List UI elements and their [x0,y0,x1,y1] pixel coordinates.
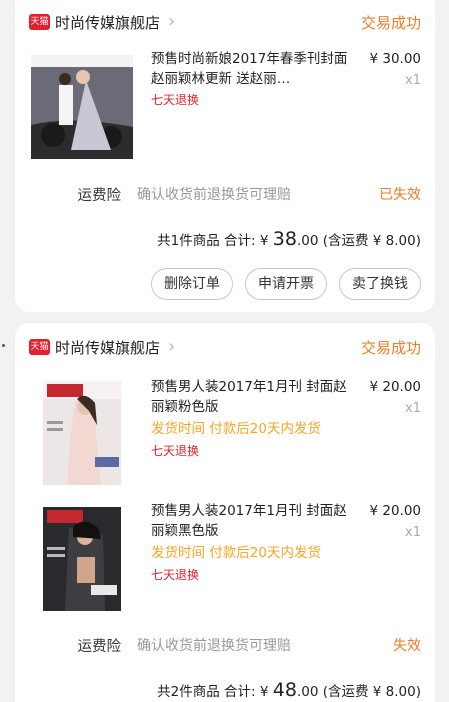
shipping-insurance-label: 运费险 [77,638,122,655]
product-price: ¥ 30.00 [369,51,421,67]
order-item[interactable]: 预售男人装2017年1月刊 封面赵丽颖粉色版 发货时间 付款后20天内发货 七天… [29,379,421,501]
shipping-insurance-row: 运费险 确认收货前退换货可理赔 已失效 [29,182,422,206]
order-status: 交易成功 [360,13,421,32]
list-bullet [2,344,5,347]
product-title[interactable]: 预售男人装2017年1月刊 封面赵丽颖黑色版 [151,501,351,541]
product-image[interactable] [43,381,121,485]
return-policy-tag: 七天退换 [151,568,200,582]
shop-name[interactable]: 时尚传媒旗舰店 [55,12,160,33]
order-header[interactable]: 天猫 时尚传媒旗舰店 › 交易成功 [29,0,421,44]
total-cents: .00 [296,233,319,249]
shipping-insurance-label: 运费险 [77,187,122,204]
shipping-insurance-state: 失效 [393,638,421,654]
shop-name[interactable]: 时尚传媒旗舰店 [55,337,160,358]
order-card-2: 天猫 时尚传媒旗舰店 › 交易成功 预售男人装2017年1月刊 封面赵丽颖粉色版… [15,323,435,702]
shipping-insurance-state: 已失效 [379,187,421,203]
total-prefix: 共2件商品 合计: ¥ [157,684,273,700]
product-title[interactable]: 预售男人装2017年1月刊 封面赵丽颖粉色版 [151,377,351,417]
product-image[interactable] [31,55,133,159]
shipping-insurance-row: 运费险 确认收货前退换货可理赔 失效 [29,633,422,657]
product-qty: x1 [405,73,421,88]
order-item[interactable]: 预售男人装2017年1月刊 封面赵丽颖黑色版 发货时间 付款后20天内发货 七天… [29,503,421,627]
request-invoice-button[interactable]: 申请开票 [245,268,327,300]
total-prefix: 共1件商品 合计: ¥ [157,233,273,249]
ship-time-note: 发货时间 付款后20天内发货 [151,421,321,437]
shipping-insurance-desc: 确认收货前退换货可理赔 [137,187,291,203]
order-total: 共1件商品 合计: ¥ 38.00 (含运费 ¥ 8.00) [157,228,421,250]
total-cents: .00 [296,684,319,700]
total-suffix: (含运费 ¥ 8.00) [318,684,421,700]
tmall-logo-icon: 天猫 [29,339,50,355]
product-price: ¥ 20.00 [369,379,421,395]
order-total: 共2件商品 合计: ¥ 48.00 (含运费 ¥ 8.00) [157,679,421,701]
product-image[interactable] [43,507,121,611]
chevron-right-icon: › [168,11,176,32]
product-qty: x1 [405,401,421,416]
return-policy-tag: 七天退换 [151,93,200,107]
return-policy-tag: 七天退换 [151,444,200,458]
resell-button[interactable]: 卖了换钱 [339,268,421,300]
order-status: 交易成功 [360,338,421,357]
chevron-right-icon: › [168,336,176,357]
delete-order-button[interactable]: 删除订单 [151,268,233,300]
order-item[interactable]: 预售时尚新娘2017年春季刊封面赵丽颖林更新 送赵丽… 七天退换 ¥ 30.00… [29,51,421,175]
tmall-logo-icon: 天猫 [29,14,50,30]
total-amount: 48 [272,679,297,701]
total-amount: 38 [272,228,297,250]
product-qty: x1 [405,525,421,540]
shipping-insurance-desc: 确认收货前退换货可理赔 [137,638,291,654]
ship-time-note: 发货时间 付款后20天内发货 [151,545,321,561]
order-header[interactable]: 天猫 时尚传媒旗舰店 › 交易成功 [29,325,421,369]
order-card-1: 天猫 时尚传媒旗舰店 › 交易成功 预售时尚新娘2017年春季刊封面赵丽颖林更新… [15,0,435,312]
total-suffix: (含运费 ¥ 8.00) [318,233,421,249]
product-price: ¥ 20.00 [369,503,421,519]
product-title[interactable]: 预售时尚新娘2017年春季刊封面赵丽颖林更新 送赵丽… [151,49,351,89]
order-actions: 删除订单 申请开票 卖了换钱 [151,268,421,300]
